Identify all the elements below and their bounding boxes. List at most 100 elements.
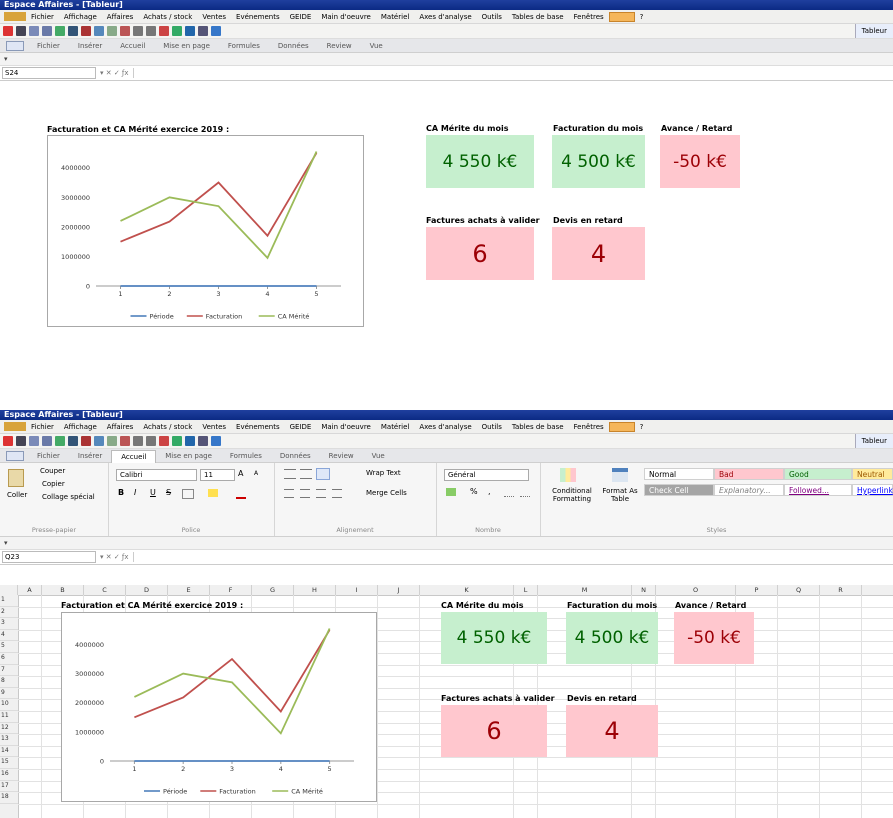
menu-item[interactable]: Fenêtres xyxy=(569,423,609,431)
row-header[interactable]: 2 xyxy=(0,607,18,619)
bold-button[interactable]: B xyxy=(118,488,124,497)
toolbar-cog-icon[interactable] xyxy=(146,436,156,446)
conditional-formatting-button[interactable]: Conditional Formatting xyxy=(548,487,596,503)
column-header[interactable]: K xyxy=(420,585,514,595)
underline-button[interactable]: U xyxy=(150,488,156,497)
align-center-icon[interactable] xyxy=(300,489,310,498)
menu-item[interactable]: Evénements xyxy=(231,13,285,21)
row-header[interactable]: 12 xyxy=(0,723,18,735)
tab-tableur[interactable]: Tableur xyxy=(854,434,893,448)
kpi-value[interactable]: -50 k€ xyxy=(660,135,740,188)
column-header[interactable]: A xyxy=(18,585,42,595)
align-top-icon[interactable] xyxy=(284,469,296,479)
style-good[interactable]: Good xyxy=(784,468,852,480)
ribbon-tab[interactable]: Mise en page xyxy=(154,42,219,50)
flag-icon[interactable] xyxy=(608,11,635,22)
toolbar-record-icon[interactable] xyxy=(3,26,13,36)
row-header[interactable]: 9 xyxy=(0,688,18,700)
row-header[interactable]: 13 xyxy=(0,734,18,746)
column-header[interactable]: C xyxy=(84,585,126,595)
style-bad[interactable]: Bad xyxy=(714,468,784,480)
formula-input[interactable] xyxy=(132,552,893,562)
row-header[interactable]: 10 xyxy=(0,699,18,711)
ribbon-tab-active[interactable]: Accueil xyxy=(111,449,157,463)
toolbar-window-icon[interactable] xyxy=(42,436,52,446)
fill-color-icon[interactable] xyxy=(208,489,218,497)
ribbon-tab[interactable]: Insérer xyxy=(69,452,111,460)
ribbon-tab[interactable]: Fichier xyxy=(28,42,69,50)
paste-button[interactable]: Coller xyxy=(7,491,27,499)
ribbon-tab[interactable]: Review xyxy=(318,42,361,50)
row-header[interactable]: 6 xyxy=(0,653,18,665)
toolbar-globe-icon[interactable] xyxy=(185,26,195,36)
font-size-select[interactable]: 11 xyxy=(200,469,235,481)
style-hyperlink[interactable]: Hyperlink xyxy=(852,484,893,496)
row-header[interactable]: 14 xyxy=(0,746,18,758)
menu-item[interactable]: Main d'oeuvre xyxy=(316,13,376,21)
comma-button[interactable]: , xyxy=(488,487,491,496)
menu-item[interactable]: ? xyxy=(635,423,649,431)
fx-icon[interactable]: ▾ ✕ ✓ ƒx xyxy=(96,69,133,77)
menu-item[interactable]: Main d'oeuvre xyxy=(316,423,376,431)
row-header[interactable]: 15 xyxy=(0,757,18,769)
increase-decimal-icon[interactable] xyxy=(504,489,514,497)
strike-button[interactable]: S xyxy=(166,488,171,497)
toolbar-list-icon[interactable] xyxy=(68,26,78,36)
column-header[interactable]: B xyxy=(42,585,84,595)
tab-tableur[interactable]: Tableur xyxy=(854,24,893,38)
sheet-grid[interactable]: ABCDEFGHIJKLMNOPQR 1 2 3 4 5 6 7 8 9 10 11 12 13 14 15… xyxy=(0,585,893,818)
menu-item[interactable]: ? xyxy=(635,13,649,21)
toolbar-folder-icon[interactable] xyxy=(16,436,26,446)
toolbar-record-icon[interactable] xyxy=(3,436,13,446)
percent-button[interactable]: % xyxy=(470,487,478,496)
merge-cells-button[interactable]: Merge Cells xyxy=(366,489,407,497)
row-header[interactable]: 8 xyxy=(0,676,18,688)
row-header[interactable]: 5 xyxy=(0,641,18,653)
toolbar-doc-icon[interactable] xyxy=(55,436,65,446)
menu-item[interactable]: Fenêtres xyxy=(569,13,609,21)
menu-item[interactable]: Matériel xyxy=(376,13,414,21)
menu-item[interactable]: Axes d'analyse xyxy=(414,423,476,431)
row-header[interactable]: 16 xyxy=(0,769,18,781)
menu-item[interactable]: Matériel xyxy=(376,423,414,431)
menu-item[interactable]: Tables de base xyxy=(507,423,569,431)
column-header[interactable]: N xyxy=(632,585,656,595)
currency-icon[interactable] xyxy=(446,488,456,496)
toolbar-search-icon[interactable] xyxy=(29,26,39,36)
toolbar-chart-icon[interactable] xyxy=(211,436,221,446)
conditional-formatting-icon[interactable] xyxy=(560,468,576,482)
column-header[interactable]: J xyxy=(378,585,420,595)
align-bottom-icon[interactable] xyxy=(316,468,330,480)
name-box[interactable]: S24 xyxy=(2,67,96,79)
toolbar-tag-icon[interactable] xyxy=(172,26,182,36)
quick-menu-icon[interactable] xyxy=(6,40,24,51)
column-header[interactable]: G xyxy=(252,585,294,595)
column-header[interactable]: O xyxy=(656,585,736,595)
number-format-select[interactable]: Général xyxy=(444,469,529,481)
row-header[interactable]: 11 xyxy=(0,711,18,723)
toolbar-calendar-icon[interactable] xyxy=(120,26,130,36)
font-color-icon[interactable] xyxy=(236,489,246,499)
indent-icon[interactable] xyxy=(332,489,342,498)
toolbar-tools-icon[interactable] xyxy=(81,436,91,446)
column-header[interactable]: H xyxy=(294,585,336,595)
ribbon-tab[interactable]: Vue xyxy=(363,452,394,460)
menu-item[interactable]: Evénements xyxy=(231,423,285,431)
ribbon-tab[interactable]: Insérer xyxy=(69,42,111,50)
menu-item[interactable]: Ventes xyxy=(197,13,231,21)
toolbar-print-icon[interactable] xyxy=(198,26,208,36)
column-header[interactable]: D xyxy=(126,585,168,595)
toolbar-print-icon[interactable] xyxy=(198,436,208,446)
menu-item[interactable]: Achats / stock xyxy=(138,423,197,431)
column-header[interactable]: P xyxy=(736,585,778,595)
paste-special-button[interactable]: Collage spécial xyxy=(42,493,95,501)
format-as-table-icon[interactable] xyxy=(612,468,628,482)
style-check-cell[interactable]: Check Cell xyxy=(644,484,714,496)
toolbar-doc-icon[interactable] xyxy=(55,26,65,36)
style-followed[interactable]: Followed... xyxy=(784,484,852,496)
menu-item[interactable]: Ventes xyxy=(197,423,231,431)
toolbar-calendar-icon[interactable] xyxy=(120,436,130,446)
ribbon-tab[interactable]: Accueil xyxy=(111,42,154,50)
column-header[interactable]: R xyxy=(820,585,862,595)
chart-container[interactable]: 0 1000000 2000000 3000000 4000000 1 2 3 4 5 Périod… xyxy=(47,135,364,327)
